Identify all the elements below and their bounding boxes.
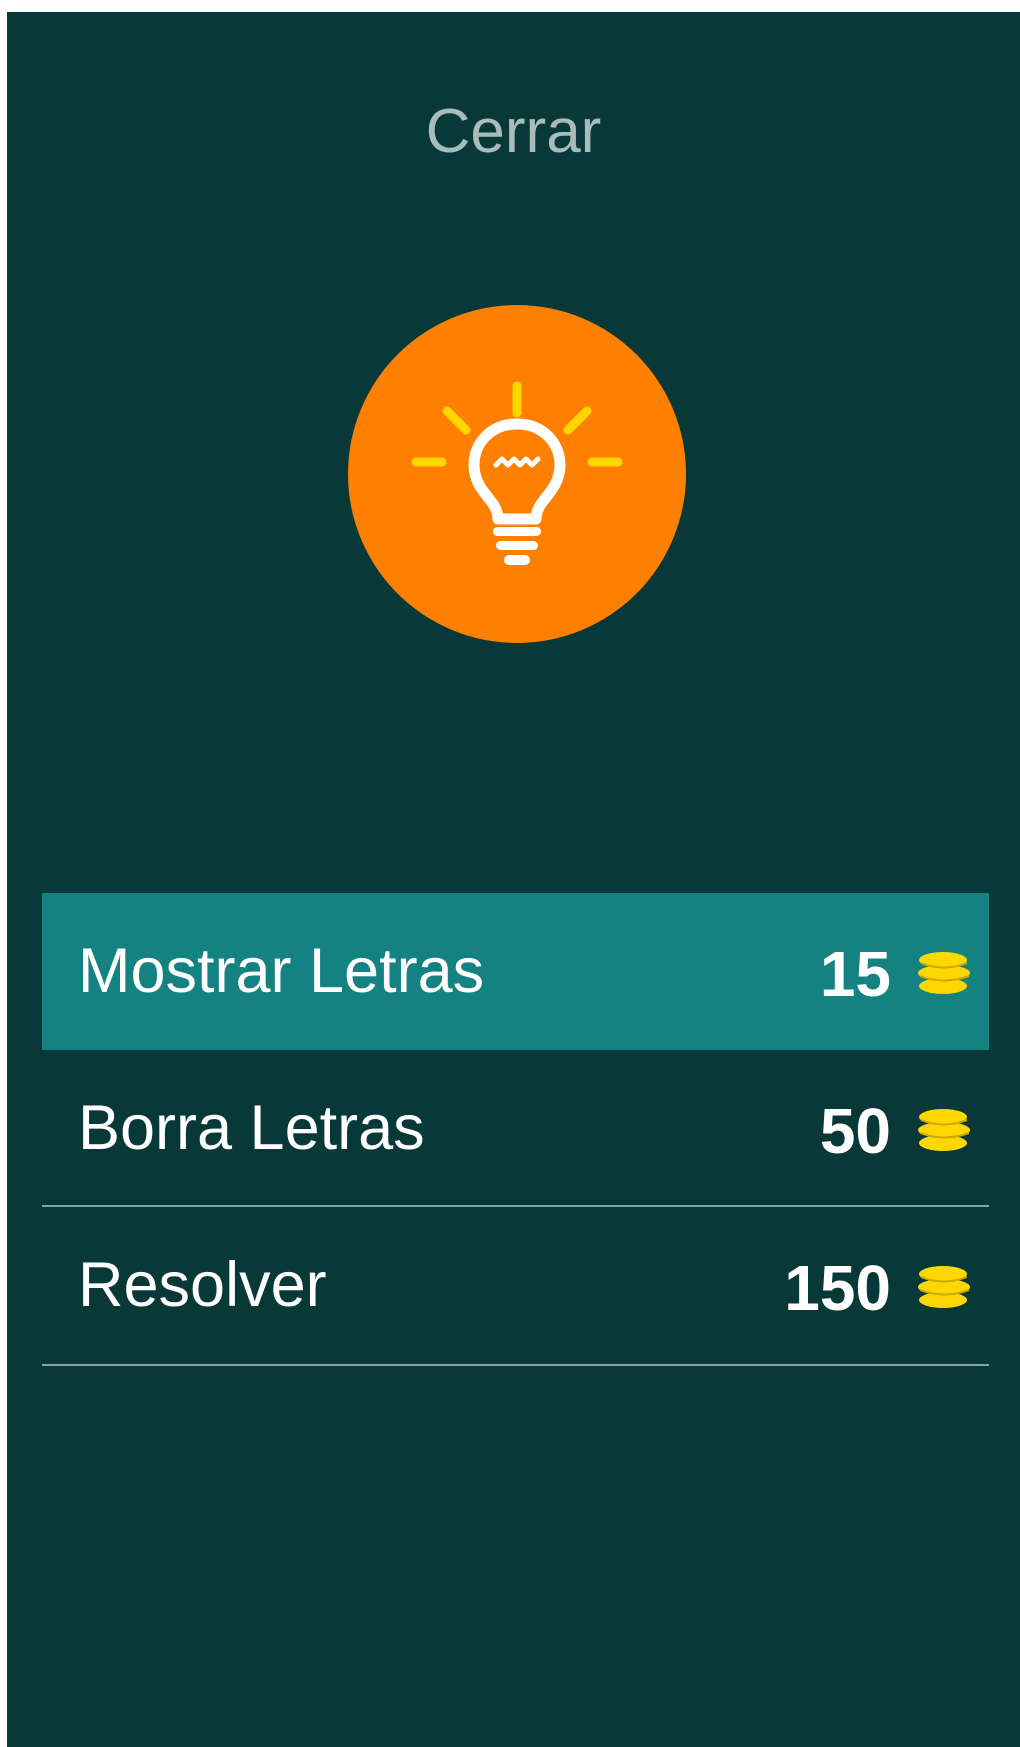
option-label: Borra Letras: [78, 1093, 425, 1163]
option-price: 150: [784, 1252, 891, 1324]
coin-stack-icon: [918, 1266, 970, 1308]
close-button[interactable]: Cerrar: [7, 92, 1020, 172]
option-label: Mostrar Letras: [78, 936, 485, 1006]
option-price: 15: [819, 938, 891, 1010]
option-borra-letras[interactable]: Borra Letras 50: [42, 1050, 989, 1207]
option-price: 50: [819, 1095, 891, 1167]
hint-panel: Cerrar Mostrar Letras 15 Borra Letras 50…: [7, 12, 1020, 1747]
divider: [42, 1364, 989, 1366]
option-mostrar-letras[interactable]: Mostrar Letras 15: [42, 893, 989, 1050]
hint-badge: [348, 305, 686, 643]
option-label: Resolver: [78, 1250, 327, 1320]
coin-stack-icon: [918, 952, 970, 994]
option-resolver[interactable]: Resolver 150: [42, 1207, 989, 1364]
coin-stack-icon: [918, 1109, 970, 1151]
lightbulb-icon: [411, 381, 623, 565]
